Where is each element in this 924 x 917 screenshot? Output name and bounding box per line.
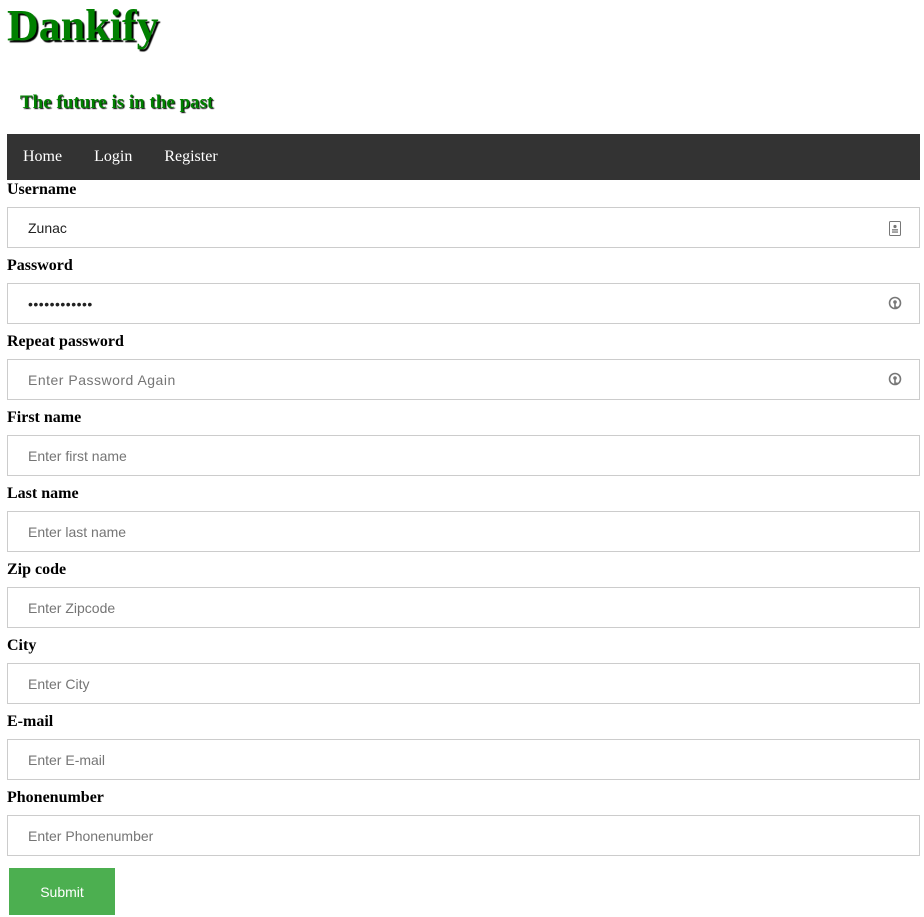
city-input[interactable]	[7, 663, 920, 704]
phone-field-wrap	[7, 815, 920, 856]
key-icon[interactable]	[888, 296, 902, 312]
password-field-wrap	[7, 283, 920, 324]
navbar: Home Login Register	[7, 134, 920, 180]
nav-home-link[interactable]: Home	[7, 148, 78, 166]
city-label: City	[7, 637, 37, 654]
submit-button[interactable]: Submit	[9, 868, 115, 915]
email-input[interactable]	[7, 739, 920, 780]
zip-code-field-wrap	[7, 587, 920, 628]
zip-code-label: Zip code	[7, 561, 67, 578]
contact-card-icon[interactable]	[888, 220, 902, 236]
last-name-input[interactable]	[7, 511, 920, 552]
username-label: Username	[7, 181, 77, 198]
register-form: Username Password	[7, 180, 920, 915]
repeat-password-field-wrap	[7, 359, 920, 400]
username-input[interactable]	[7, 207, 920, 248]
phone-input[interactable]	[7, 815, 920, 856]
zip-code-input[interactable]	[7, 587, 920, 628]
city-field-wrap	[7, 663, 920, 704]
repeat-password-label: Repeat password	[7, 333, 124, 350]
nav-login-link[interactable]: Login	[78, 148, 148, 166]
email-label: E-mail	[7, 713, 54, 730]
first-name-input[interactable]	[7, 435, 920, 476]
last-name-label: Last name	[7, 485, 79, 502]
password-input[interactable]	[7, 283, 920, 324]
repeat-password-input[interactable]	[7, 359, 920, 400]
key-icon[interactable]	[888, 372, 902, 388]
username-field-wrap	[7, 207, 920, 248]
phone-label: Phonenumber	[7, 789, 104, 806]
first-name-field-wrap	[7, 435, 920, 476]
email-field-wrap	[7, 739, 920, 780]
last-name-field-wrap	[7, 511, 920, 552]
site-title: Dankify	[7, 1, 159, 50]
first-name-label: First name	[7, 409, 82, 426]
site-tagline: The future is in the past	[20, 92, 214, 113]
password-label: Password	[7, 257, 73, 274]
page: Dankify The future is in the past Home L…	[0, 0, 924, 915]
nav-register-link[interactable]: Register	[148, 148, 233, 166]
